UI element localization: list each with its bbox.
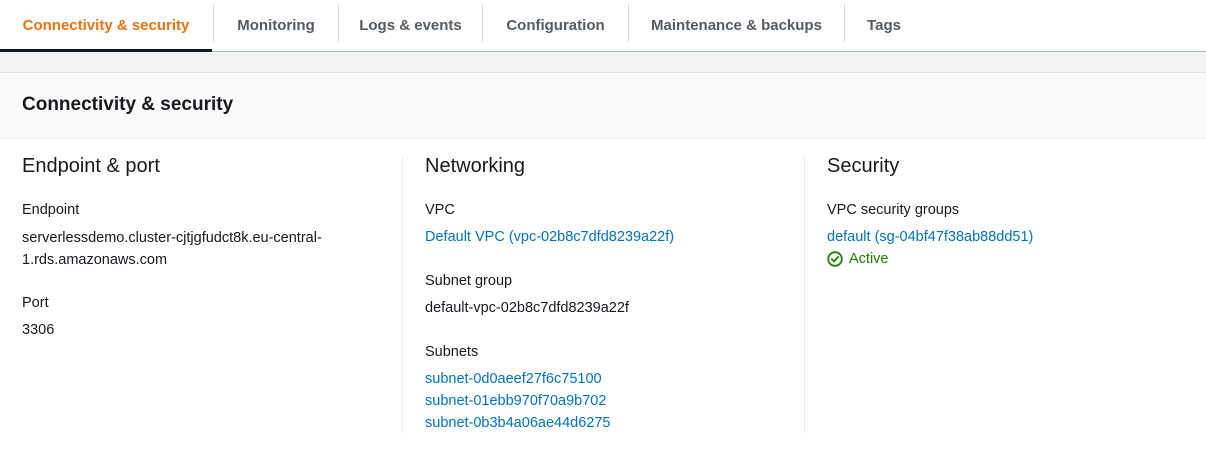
security-group-link[interactable]: default (sg-04bf47f38ab88dd51) [827,229,1033,245]
subnet-group-label: Subnet group [425,273,513,289]
tab-configuration[interactable]: Configuration [483,0,628,51]
port-label: Port [22,295,49,311]
subnet-group-value: default-vpc-02b8c7dfd8239a22f [425,300,629,316]
tab-label: Logs & events [359,17,462,34]
active-tab-indicator [0,49,212,52]
tab-label: Maintenance & backups [651,17,822,34]
tab-label: Monitoring [237,17,315,34]
security-heading: Security [827,155,900,177]
security-groups-label: VPC security groups [827,202,960,218]
panel-title: Connectivity & security [22,94,234,115]
check-circle-icon [827,251,849,267]
tab-bar: Connectivity & security Monitoring Logs … [0,0,1206,52]
panel-header: Connectivity & security [0,73,1206,139]
vpc-link[interactable]: Default VPC (vpc-02b8c7dfd8239a22f) [425,229,674,245]
security-group-status: Active [827,251,889,267]
subnet-link[interactable]: subnet-0d0aeef27f6c75100 [425,371,602,387]
endpoint-value-line: 1.rds.amazonaws.com [22,252,168,268]
tab-connectivity-security[interactable]: Connectivity & security [0,0,212,52]
endpoint-label: Endpoint [22,202,80,218]
column-divider [804,157,805,433]
tab-label: Configuration [506,17,605,34]
connectivity-security-panel: Connectivity & security Endpoint & port … [0,73,1206,458]
subnets-label: Subnets [425,344,479,360]
tab-label: Tags [867,17,901,34]
endpoint-value: serverlessdemo.cluster-cjtjgfudct8k.eu-c… [22,227,382,271]
port-value: 3306 [22,322,55,338]
tab-logs-events[interactable]: Logs & events [339,0,482,51]
column-divider [402,157,403,433]
subnet-link[interactable]: subnet-01ebb970f70a9b702 [425,393,606,409]
endpoint-value-line: serverlessdemo.cluster-cjtjgfudct8k.eu-c… [22,230,322,246]
endpoint-port-heading: Endpoint & port [22,155,160,177]
tab-monitoring[interactable]: Monitoring [214,0,338,51]
vpc-label: VPC [425,202,455,218]
subnet-link[interactable]: subnet-0b3b4a06ae44d6275 [425,415,610,431]
tab-tags[interactable]: Tags [845,0,923,51]
status-text: Active [849,251,889,267]
networking-heading: Networking [425,155,526,177]
tab-maintenance-backups[interactable]: Maintenance & backups [629,0,844,51]
tab-label: Connectivity & security [22,17,190,34]
